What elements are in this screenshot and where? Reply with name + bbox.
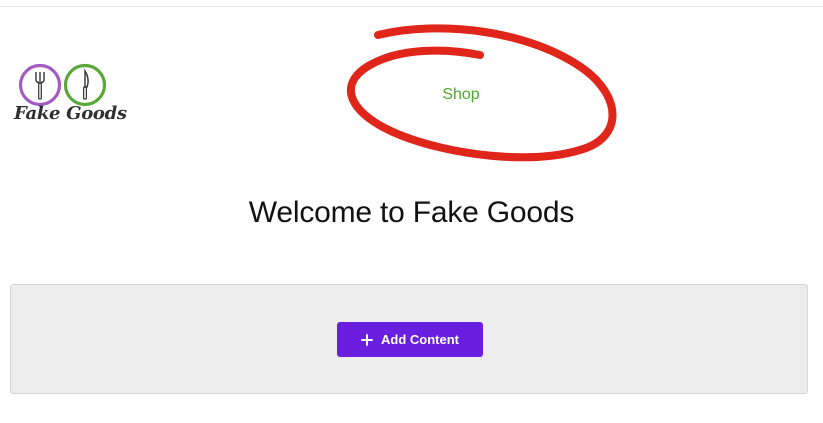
content-placeholder: Add Content [10, 284, 808, 394]
site-logo[interactable]: Fake Goods [13, 60, 127, 130]
plus-icon [361, 333, 373, 346]
page: Fake Goods Shop Welcome to Fake Goods Ad… [0, 0, 823, 423]
top-divider [0, 6, 823, 7]
logo-text: Fake Goods [14, 103, 127, 124]
add-content-button[interactable]: Add Content [337, 322, 483, 357]
fork-knife-logo-icon [18, 63, 107, 107]
nav-link-shop[interactable]: Shop [421, 86, 501, 104]
page-title: Welcome to Fake Goods [248, 196, 575, 229]
add-content-label: Add Content [381, 332, 459, 347]
